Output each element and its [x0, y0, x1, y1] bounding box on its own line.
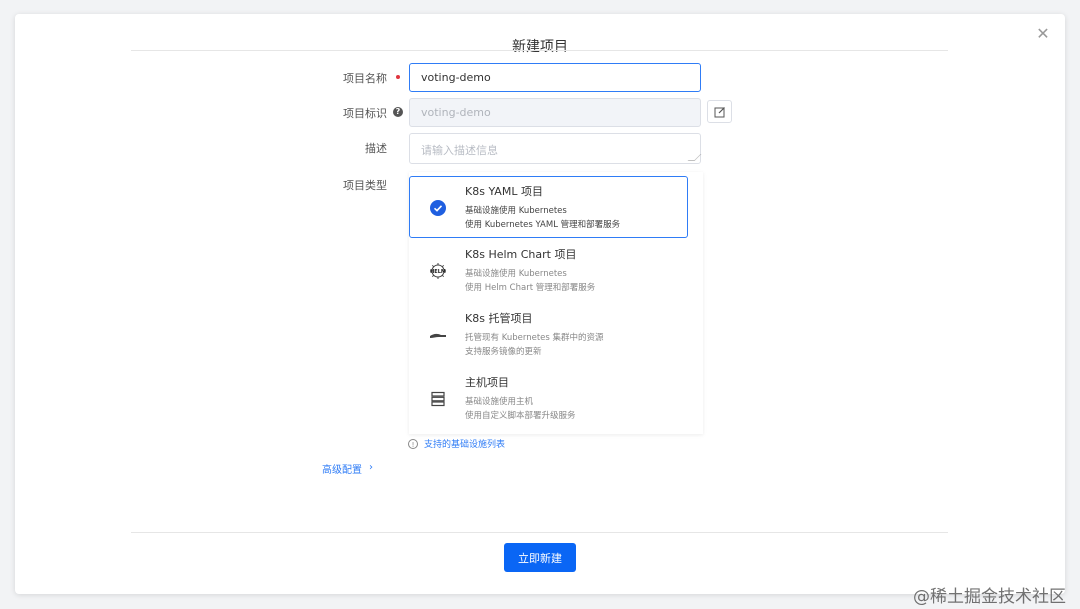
project-identifier-input: voting-demo — [409, 98, 701, 127]
project-identifier-value: voting-demo — [421, 106, 491, 119]
type-desc: 使用 Kubernetes YAML 管理和部署服务 — [465, 220, 621, 230]
hand-icon — [428, 325, 448, 345]
dialog-title: 新建项目 — [512, 39, 568, 55]
question-icon[interactable]: ? — [393, 107, 403, 117]
type-desc: 基础设施使用主机 — [465, 397, 534, 407]
svg-text:HELM: HELM — [430, 269, 446, 275]
resize-handle[interactable] — [687, 154, 702, 161]
create-project-dialog: 新建项目 ✕ 项目名称 voting-demo 项目标识 ? voting-de… — [15, 14, 1065, 594]
type-desc: 使用自定义脚本部署升级服务 — [465, 411, 576, 421]
edit-identifier-button[interactable] — [707, 100, 732, 123]
identifier-label: 项目标识 — [343, 107, 387, 120]
description-placeholder: 请输入描述信息 — [421, 144, 498, 157]
header-divider — [131, 50, 948, 51]
type-option-host[interactable]: 主机项目 基础设施使用主机 使用自定义脚本部署升级服务 — [410, 368, 689, 430]
watermark: @稀土掘金技术社区 — [913, 587, 1066, 607]
name-label: 项目名称 — [343, 72, 387, 85]
description-label: 描述 — [365, 142, 387, 155]
chevron-right-icon[interactable]: › — [369, 462, 373, 473]
helm-icon: HELM — [428, 261, 448, 281]
server-icon — [428, 389, 448, 409]
project-type-label: 项目类型 — [343, 179, 387, 192]
type-title: 主机项目 — [465, 376, 509, 389]
type-desc: 支持服务镜像的更新 — [465, 347, 542, 357]
supported-infra-link-label: 支持的基础设施列表 — [424, 440, 506, 450]
close-icon[interactable]: ✕ — [1035, 26, 1051, 42]
type-desc: 托管现有 Kubernetes 集群中的资源 — [465, 333, 604, 343]
type-option-k8s-hosted[interactable]: K8s 托管项目 托管现有 Kubernetes 集群中的资源 支持服务镜像的更… — [410, 304, 689, 366]
type-title: K8s Helm Chart 项目 — [465, 248, 577, 261]
advanced-config-toggle[interactable]: 高级配置 — [322, 461, 362, 476]
info-icon: ! — [408, 438, 418, 449]
supported-infra-link[interactable]: ! 支持的基础设施列表 — [408, 437, 505, 450]
type-desc: 使用 Helm Chart 管理和部署服务 — [465, 283, 596, 293]
type-title: K8s YAML 项目 — [465, 185, 543, 198]
type-title: K8s 托管项目 — [465, 312, 533, 325]
project-name-input[interactable]: voting-demo — [409, 63, 701, 92]
check-circle-icon — [428, 198, 448, 218]
create-now-button[interactable]: 立即新建 — [504, 543, 576, 572]
type-desc: 基础设施使用 Kubernetes — [465, 269, 567, 279]
footer-divider — [131, 532, 948, 533]
type-option-k8s-yaml[interactable]: K8s YAML 项目 基础设施使用 Kubernetes 使用 Kuberne… — [409, 176, 688, 238]
description-textarea[interactable]: 请输入描述信息 — [409, 133, 702, 164]
edit-icon — [714, 106, 725, 117]
project-name-value: voting-demo — [421, 71, 491, 84]
project-type-list: K8s YAML 项目 基础设施使用 Kubernetes 使用 Kuberne… — [409, 172, 703, 434]
required-dot — [396, 75, 400, 79]
type-option-k8s-helm[interactable]: HELM K8s Helm Chart 项目 基础设施使用 Kubernetes… — [410, 240, 689, 302]
type-desc: 基础设施使用 Kubernetes — [465, 206, 567, 216]
